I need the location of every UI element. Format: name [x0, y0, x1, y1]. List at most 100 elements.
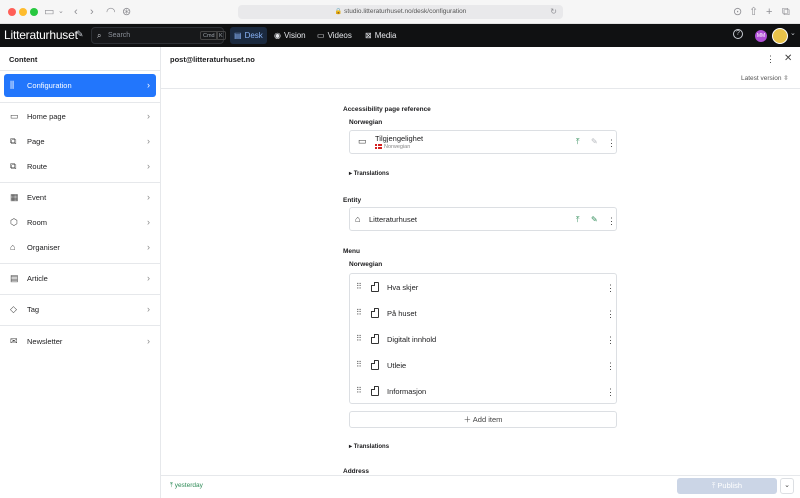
translations-toggle[interactable]: ▸ Translations: [349, 170, 389, 177]
more-menu-icon[interactable]: ⋮: [606, 387, 615, 397]
list-item[interactable]: ⠿ Hva skjer ⋮: [350, 274, 616, 300]
reload-icon[interactable]: ↻: [550, 5, 557, 19]
add-item-label: Add item: [472, 415, 503, 424]
list-item[interactable]: ⠿ På huset ⋮: [350, 300, 616, 326]
url-text: studio.litteraturhuset.no/desk/configura…: [344, 8, 467, 15]
menu-items-list: ⠿ Hva skjer ⋮ ⠿ På huset ⋮ ⠿ Digitalt in…: [349, 273, 617, 404]
sidebar-item-room[interactable]: ⬡ Room ›: [4, 211, 156, 234]
user-avatar[interactable]: [772, 28, 788, 44]
sidebar-item-article[interactable]: ▤ Article ›: [4, 267, 156, 290]
divider: [161, 88, 800, 89]
more-menu-icon[interactable]: ⋮: [606, 361, 615, 371]
divider: [0, 182, 160, 183]
publish-menu-button[interactable]: ⌄: [780, 478, 794, 494]
sidebar-item-configuration[interactable]: ⫼ Configuration ›: [4, 74, 156, 97]
zoom-window-button[interactable]: [30, 8, 38, 16]
sidebar-item-tag[interactable]: ◇ Tag ›: [4, 298, 156, 321]
reference-title: Tilgjengelighet: [375, 134, 424, 143]
chevron-down-icon[interactable]: ⌄: [790, 29, 796, 37]
sidebar-item-page[interactable]: ⧉ Page ›: [4, 130, 156, 153]
chevron-updown-icon: ⇳: [783, 75, 789, 82]
tool-desk-label: Desk: [244, 31, 263, 40]
sidebar-item-label: Tag: [27, 305, 40, 314]
help-icon[interactable]: ?: [733, 29, 743, 39]
download-icon[interactable]: ⊙: [733, 5, 742, 19]
tool-videos[interactable]: ▭ Videos: [313, 27, 356, 44]
drag-handle-icon[interactable]: ⠿: [356, 386, 362, 395]
sidebar-item-home-page[interactable]: ▭ Home page ›: [4, 105, 156, 128]
video-icon: ▭: [317, 31, 325, 40]
add-item-button[interactable]: ＋ Add item: [349, 411, 617, 428]
rss-icon[interactable]: ◠: [106, 5, 116, 19]
more-menu-icon[interactable]: ⋮: [766, 54, 775, 64]
field-label-norwegian: Norwegian: [349, 261, 383, 268]
more-menu-icon[interactable]: ⋮: [607, 216, 616, 226]
app-logo[interactable]: Litteraturhuset: [4, 28, 78, 42]
document-icon: [371, 360, 379, 370]
reference-card-entity[interactable]: ⌂ Litteraturhuset ⤒ ✎ ⋮: [349, 207, 617, 231]
sidebar-item-newsletter[interactable]: ✉ Newsletter ›: [4, 330, 156, 353]
envelope-icon: ✉: [10, 336, 18, 346]
drag-handle-icon[interactable]: ⠿: [356, 308, 362, 317]
document-pane: post@litteraturhuset.no ⋮ ✕ Latest versi…: [161, 47, 800, 498]
new-tab-icon[interactable]: +: [766, 5, 772, 19]
field-label-norwegian: Norwegian: [349, 119, 383, 126]
sidebar-item-organiser[interactable]: ⌂ Organiser ›: [4, 236, 156, 259]
building-icon: ⌂: [10, 242, 16, 252]
drag-handle-icon[interactable]: ⠿: [356, 334, 362, 343]
translations-toggle[interactable]: ▸ Translations: [349, 443, 389, 450]
share-icon[interactable]: ⇧: [749, 5, 758, 19]
search-input[interactable]: ⌕ Search Cmd K: [91, 27, 226, 44]
edit-icon: ✎: [591, 137, 598, 146]
sidebar-item-label: Newsletter: [27, 337, 63, 346]
content-sidebar: Content ⫼ Configuration › ▭ Home page › …: [0, 47, 161, 498]
sidebar-toggle-icon[interactable]: ▭: [44, 5, 54, 19]
back-icon[interactable]: ‹: [74, 5, 78, 19]
list-item[interactable]: ⠿ Digitalt innhold ⋮: [350, 326, 616, 352]
menu-item-label: Digitalt innhold: [387, 335, 437, 344]
browser-toolbar: ▭ ⌄ ‹ › ◠ ⊛ 🔒 studio.litteraturhuset.no/d…: [0, 0, 800, 24]
sidebar-item-label: Configuration: [27, 81, 72, 90]
drag-handle-icon[interactable]: ⠿: [356, 282, 362, 291]
more-menu-icon[interactable]: ⋮: [606, 283, 615, 293]
reference-card-accessibility[interactable]: ▭ Tilgjengelighet Norwegian ⤒ ✎ ⋮: [349, 130, 617, 154]
sidebar-item-label: Home page: [27, 112, 66, 121]
chevron-down-icon[interactable]: ⌄: [58, 5, 64, 19]
edit-icon[interactable]: ✎: [76, 29, 84, 40]
field-label-address: Address: [343, 468, 370, 475]
sidebar-item-label: Article: [27, 274, 48, 283]
entity-value: Litteraturhuset: [369, 215, 417, 224]
extension-icon[interactable]: ⊛: [122, 5, 131, 19]
sidebar-item-route[interactable]: ⧉ Route ›: [4, 155, 156, 178]
sidebar-item-label: Organiser: [27, 243, 60, 252]
chevron-right-icon: ›: [147, 242, 150, 252]
list-item[interactable]: ⠿ Utleie ⋮: [350, 352, 616, 378]
reference-language-text: Norwegian: [384, 144, 411, 150]
drag-handle-icon[interactable]: ⠿: [356, 360, 362, 369]
more-menu-icon[interactable]: ⋮: [607, 138, 616, 148]
route-icon: ⧉: [10, 161, 17, 171]
more-menu-icon[interactable]: ⋮: [606, 335, 615, 345]
menu-item-label: Utleie: [387, 361, 407, 370]
close-icon[interactable]: ✕: [784, 53, 792, 64]
studio-navbar: Litteraturhuset ✎ ⌕ Search Cmd K ▤ Desk ◉…: [0, 24, 800, 47]
tool-media[interactable]: ⊠ Media: [361, 27, 401, 44]
image-icon: ⊠: [365, 31, 372, 40]
address-bar[interactable]: 🔒 studio.litteraturhuset.no/desk/configur…: [238, 5, 563, 19]
edit-icon[interactable]: ✎: [591, 215, 598, 224]
tool-vision[interactable]: ◉ Vision: [270, 27, 310, 44]
avatar[interactable]: MM: [755, 30, 767, 42]
more-menu-icon[interactable]: ⋮: [606, 309, 615, 319]
minimize-window-button[interactable]: [19, 8, 27, 16]
list-item[interactable]: ⠿ Informasjon ⋮: [350, 378, 616, 404]
translations-label: Translations: [353, 444, 390, 450]
tab-overview-icon[interactable]: ⧉: [782, 5, 790, 19]
pages-icon: ⧉: [10, 136, 17, 146]
tool-desk[interactable]: ▤ Desk: [230, 27, 267, 44]
chevron-down-icon: ⌄: [784, 482, 790, 489]
close-window-button[interactable]: [8, 8, 16, 16]
forward-icon[interactable]: ›: [90, 5, 94, 19]
publish-button[interactable]: ⤒ Publish: [677, 478, 777, 494]
sidebar-item-event[interactable]: ▦ Event ›: [4, 186, 156, 209]
version-select[interactable]: Latest version ⇳: [741, 74, 789, 82]
